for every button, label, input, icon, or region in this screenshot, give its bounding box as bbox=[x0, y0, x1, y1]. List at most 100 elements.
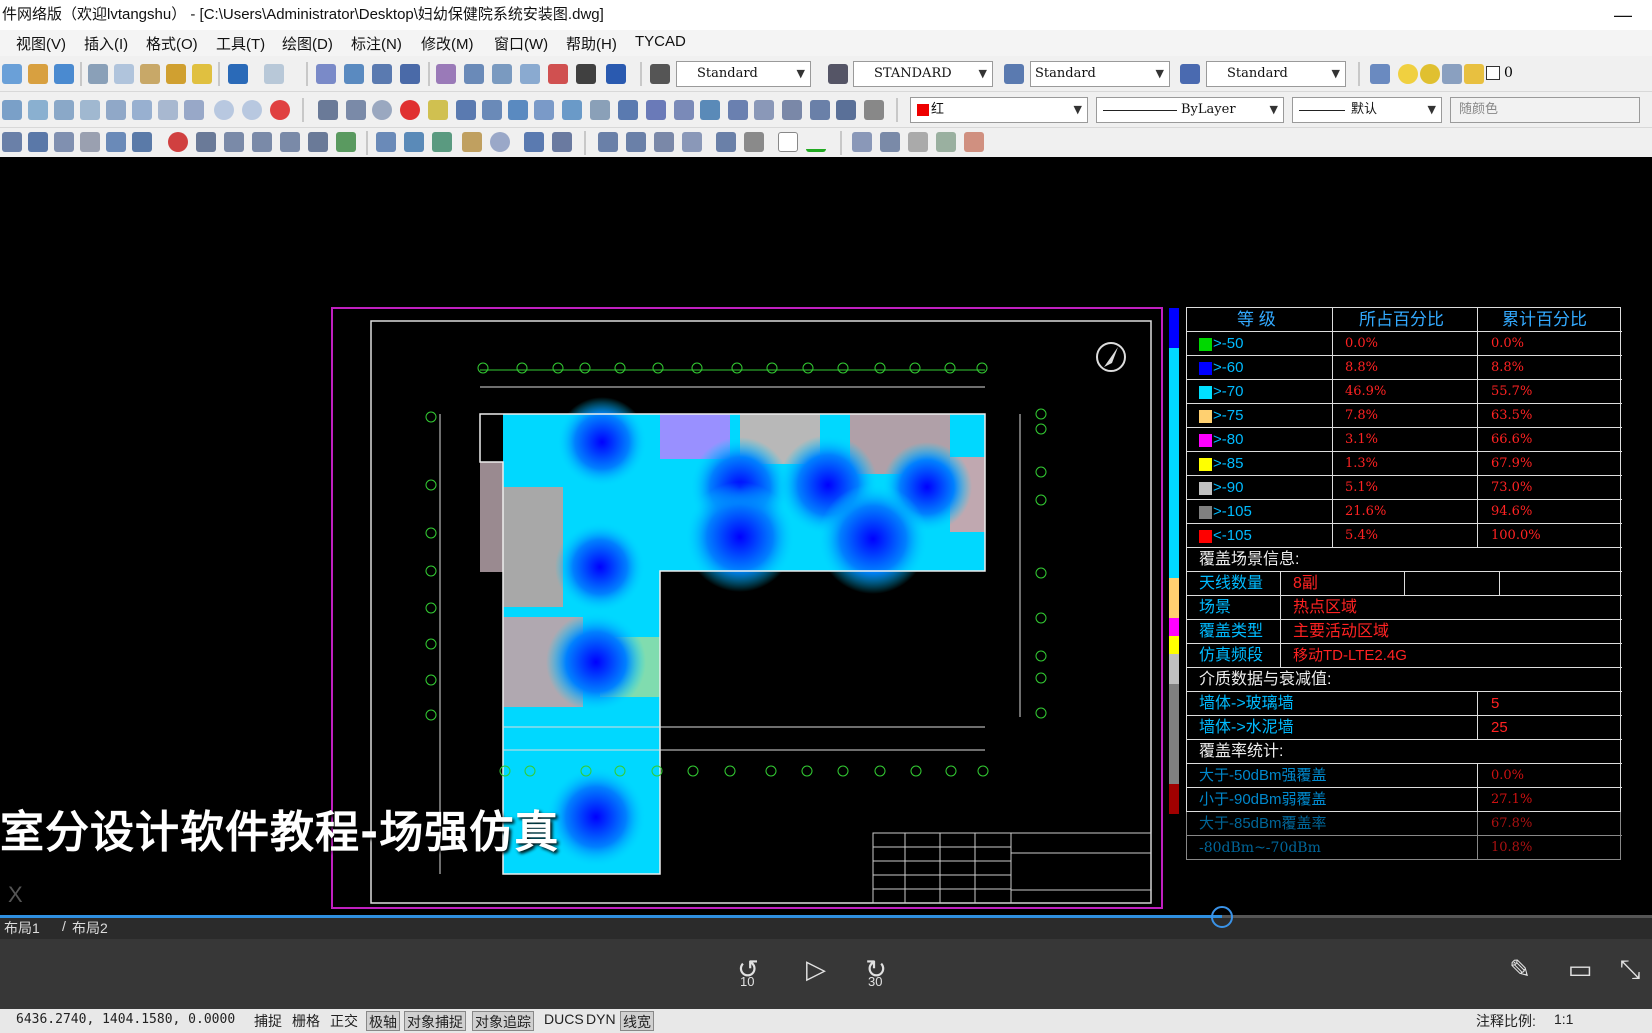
connector-a-icon[interactable] bbox=[376, 132, 396, 152]
annotation-icon[interactable] bbox=[490, 132, 510, 152]
tool-a-icon[interactable] bbox=[2, 132, 22, 152]
zoom-previous-icon[interactable] bbox=[400, 64, 420, 84]
dim-style-icon[interactable] bbox=[828, 64, 848, 84]
align-icon[interactable] bbox=[196, 132, 216, 152]
lightbulb-icon[interactable] bbox=[1398, 64, 1418, 84]
annotation-scale-value[interactable]: 1:1 bbox=[1552, 1011, 1575, 1031]
lineweight-select[interactable]: 默认 ▼ bbox=[1292, 97, 1442, 123]
antenna-icon[interactable] bbox=[428, 100, 448, 120]
circle-a-icon[interactable] bbox=[214, 100, 234, 120]
sun-icon[interactable] bbox=[1420, 64, 1440, 84]
stairs-icon[interactable] bbox=[336, 132, 356, 152]
route-icon[interactable] bbox=[728, 100, 748, 120]
toggle-ducs[interactable]: DUCS bbox=[542, 1011, 586, 1031]
offset-icon[interactable] bbox=[80, 100, 100, 120]
combiner-icon[interactable] bbox=[534, 100, 554, 120]
toggle-icon[interactable] bbox=[964, 132, 984, 152]
tool-palette-icon[interactable] bbox=[492, 64, 512, 84]
no-symbol-icon[interactable] bbox=[372, 100, 392, 120]
array-icon[interactable] bbox=[106, 100, 126, 120]
matrix-icon[interactable] bbox=[836, 100, 856, 120]
toggle-grid[interactable]: 栅格 bbox=[290, 1011, 322, 1031]
viewport-icon[interactable] bbox=[1442, 64, 1462, 84]
step-icon[interactable] bbox=[308, 132, 328, 152]
design-center-icon[interactable] bbox=[464, 64, 484, 84]
merge-icon[interactable] bbox=[700, 100, 720, 120]
play-button[interactable]: ▷ bbox=[796, 954, 836, 994]
menu-dimension[interactable]: 标注(N) bbox=[351, 33, 402, 54]
text-style-icon[interactable] bbox=[650, 64, 670, 84]
frame-icon[interactable] bbox=[552, 132, 572, 152]
tool-c-icon[interactable] bbox=[106, 132, 126, 152]
rewind-button[interactable]: ↺ 10 bbox=[728, 954, 768, 994]
export-b-icon[interactable] bbox=[626, 132, 646, 152]
undo-icon[interactable] bbox=[228, 64, 248, 84]
multileader-style-icon[interactable] bbox=[1180, 64, 1200, 84]
feeder-icon[interactable] bbox=[456, 100, 476, 120]
block-icon[interactable] bbox=[318, 100, 338, 120]
green-line-icon[interactable] bbox=[806, 132, 826, 152]
text-style-select[interactable]: Standard ▼ bbox=[676, 61, 811, 87]
layer-name[interactable]: 0 bbox=[1504, 65, 1513, 81]
report-icon[interactable] bbox=[810, 100, 830, 120]
linetype-select[interactable]: ByLayer ▼ bbox=[1096, 97, 1284, 123]
new-icon[interactable] bbox=[2, 64, 22, 84]
toggle-snap[interactable]: 捕捉 bbox=[252, 1011, 284, 1031]
scale-icon[interactable] bbox=[184, 100, 204, 120]
toggle-ortho[interactable]: 正交 bbox=[328, 1011, 360, 1031]
multileader-style-select[interactable]: Standard ▼ bbox=[1206, 61, 1346, 87]
wave-c-icon[interactable] bbox=[280, 132, 300, 152]
toggle-lineweight[interactable]: 线宽 bbox=[620, 1011, 654, 1031]
red-dot-icon[interactable] bbox=[270, 100, 290, 120]
print-icon[interactable] bbox=[864, 100, 884, 120]
tool-d-icon[interactable] bbox=[132, 132, 152, 152]
check-icon[interactable] bbox=[936, 132, 956, 152]
export-d-icon[interactable] bbox=[682, 132, 702, 152]
markup-icon[interactable] bbox=[548, 64, 568, 84]
toggle-osnap[interactable]: 对象捕捉 bbox=[404, 1011, 466, 1031]
pip-button[interactable]: ▭ bbox=[1560, 954, 1600, 994]
text-m2-icon[interactable] bbox=[462, 132, 482, 152]
match-properties-icon[interactable] bbox=[166, 64, 186, 84]
label-icon[interactable] bbox=[754, 100, 774, 120]
connector-b-icon[interactable] bbox=[404, 132, 424, 152]
branch-icon[interactable] bbox=[562, 100, 582, 120]
blank-box-icon[interactable] bbox=[778, 132, 798, 152]
toggle-dyn[interactable]: DYN bbox=[584, 1011, 618, 1031]
edit-button[interactable]: ✎ bbox=[1500, 954, 1540, 994]
sheet-set-icon[interactable] bbox=[520, 64, 540, 84]
menu-help[interactable]: 帮助(H) bbox=[566, 33, 617, 54]
xxx-icon[interactable] bbox=[80, 132, 100, 152]
cut-icon[interactable] bbox=[88, 64, 108, 84]
layer-manager-icon[interactable] bbox=[1370, 64, 1390, 84]
brush-icon[interactable] bbox=[192, 64, 212, 84]
menu-format[interactable]: 格式(O) bbox=[146, 33, 198, 54]
zoom-window-icon[interactable] bbox=[372, 64, 392, 84]
menu-window[interactable]: 窗口(W) bbox=[494, 33, 548, 54]
db-tool-icon[interactable] bbox=[880, 132, 900, 152]
menu-insert[interactable]: 插入(I) bbox=[84, 33, 128, 54]
plotstyle-select[interactable]: 随颜色 bbox=[1450, 97, 1640, 123]
cable-icon[interactable] bbox=[618, 100, 638, 120]
table-style-icon[interactable] bbox=[1004, 64, 1024, 84]
zoom-realtime-icon[interactable] bbox=[344, 64, 364, 84]
properties-icon[interactable] bbox=[436, 64, 456, 84]
calculator-icon[interactable] bbox=[576, 64, 596, 84]
menu-draw[interactable]: 绘图(D) bbox=[282, 33, 333, 54]
copy-icon[interactable] bbox=[114, 64, 134, 84]
lock-icon[interactable] bbox=[1464, 64, 1484, 84]
sm-icon[interactable] bbox=[346, 100, 366, 120]
coupler-icon[interactable] bbox=[508, 100, 528, 120]
rotate-icon[interactable] bbox=[158, 100, 178, 120]
cancel-check-icon[interactable] bbox=[908, 132, 928, 152]
export-c-icon[interactable] bbox=[654, 132, 674, 152]
paste-icon[interactable] bbox=[140, 64, 160, 84]
export-a-icon[interactable] bbox=[598, 132, 618, 152]
copy-object-icon[interactable] bbox=[28, 100, 48, 120]
forward-button[interactable]: ↻ 30 bbox=[856, 954, 896, 994]
table-grid-icon[interactable] bbox=[524, 132, 544, 152]
device-icon[interactable] bbox=[590, 100, 610, 120]
splitter-icon[interactable] bbox=[482, 100, 502, 120]
color-select[interactable]: 红 ▼ bbox=[910, 97, 1088, 123]
ant-db-icon[interactable] bbox=[744, 132, 764, 152]
